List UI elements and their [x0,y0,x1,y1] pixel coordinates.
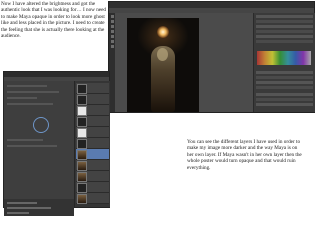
layer-thumbnail [77,139,87,149]
layer-row[interactable] [76,105,109,116]
layers-list [74,81,110,207]
panel-tab-adjustments[interactable] [256,71,313,74]
settings-row [7,85,47,87]
panel-row[interactable] [256,20,313,23]
layers-panel-screenshot [3,71,110,216]
layer-thumbnail [77,183,87,193]
crop-tool-icon[interactable] [110,30,114,33]
selection-circle-icon [33,117,49,133]
layer-thumbnail [77,128,87,138]
layer-row[interactable] [76,182,109,193]
panel-row[interactable] [256,81,313,84]
lock-controls[interactable] [7,212,29,214]
settings-row [7,139,43,141]
layer-thumbnail [77,106,87,116]
panel-row[interactable] [256,98,313,101]
layer-row[interactable] [76,127,109,138]
lasso-tool-icon[interactable] [110,25,114,28]
brush-tool-icon[interactable] [110,35,114,38]
panel-row[interactable] [256,86,313,89]
layer-row[interactable] [76,138,109,149]
color-swatches[interactable] [257,51,311,65]
layer-row[interactable] [76,116,109,127]
panel-tab-color[interactable] [256,15,313,18]
layers-workspace [4,81,74,216]
annotation-text-top: Now I have altered the brightness and go… [1,1,107,40]
text-tool-icon[interactable] [110,45,114,48]
canvas-area[interactable] [115,13,253,112]
ghost-face [157,48,168,61]
layer-row[interactable] [76,171,109,182]
settings-row [7,91,59,93]
layer-thumbnail [77,84,87,94]
layer-thumbnail [77,161,87,171]
layer-options-bar[interactable] [4,199,74,216]
layer-thumbnail [77,117,87,127]
layer-row[interactable] [76,94,109,105]
panel-row[interactable] [256,40,313,43]
panel-row[interactable] [256,103,313,106]
panel-row[interactable] [256,30,313,33]
marquee-tool-icon[interactable] [110,20,114,23]
layer-thumbnail [77,194,87,204]
layer-row[interactable] [76,160,109,171]
layer-thumbnail [77,150,87,160]
poster-image [127,18,199,112]
opacity-control[interactable] [7,202,37,204]
eraser-tool-icon[interactable] [110,40,114,43]
layer-thumbnail [77,172,87,182]
settings-row [7,103,53,105]
layer-row-background[interactable] [76,193,109,204]
settings-row [7,97,37,99]
panel-row[interactable] [256,25,313,28]
right-panels [253,13,315,112]
panel-tab-layers[interactable] [256,93,313,96]
annotation-text-bottom: You can see the different layers I have … [187,139,302,171]
lamp-light-icon [157,26,169,38]
move-tool-icon[interactable] [110,15,114,18]
panel-row[interactable] [256,76,313,79]
photoshop-screenshot [108,1,315,113]
settings-row [7,145,57,147]
fill-control[interactable] [7,207,51,209]
layer-thumbnail [77,95,87,105]
layer-row[interactable] [76,83,109,94]
panel-row[interactable] [256,35,313,38]
layer-row-maya[interactable] [76,149,109,160]
